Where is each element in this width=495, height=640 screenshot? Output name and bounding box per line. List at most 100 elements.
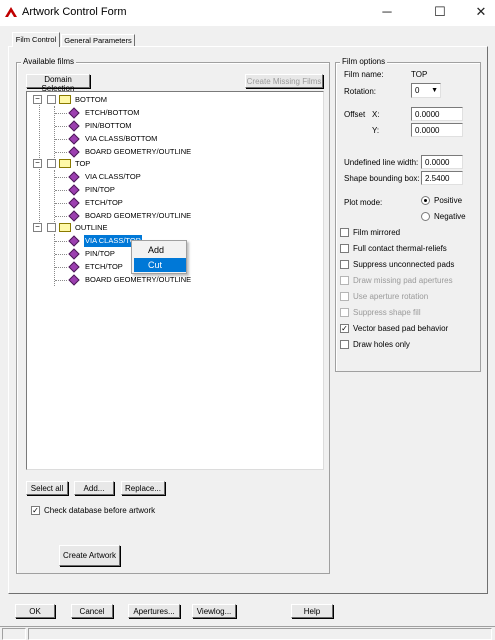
check-database-label: Check database before artwork — [44, 506, 156, 515]
film-checkbox[interactable] — [47, 95, 56, 104]
undefined-line-width-label: Undefined line width: — [344, 158, 419, 167]
film-mirrored-checkbox[interactable] — [340, 228, 349, 237]
use-aperture-rotation-label: Use aperture rotation — [353, 292, 429, 301]
collapse-icon[interactable]: − — [33, 223, 42, 232]
shape-bounding-box-input[interactable]: 2.5400 — [421, 171, 463, 185]
help-button[interactable]: Help — [291, 604, 333, 618]
tree-item-label: VIA CLASS/TOP — [85, 172, 141, 181]
vector-based-pad-behavior-label: Vector based pad behavior — [353, 324, 449, 333]
films-tree[interactable]: − BOTTOM ETCH/BOTTOM PIN/BOTTOM VIA CLAS… — [26, 91, 324, 470]
title-bar: Artwork Control Form ─ ☐ ✕ — [0, 0, 495, 26]
offset-y-input[interactable]: 0.0000 — [411, 123, 463, 137]
context-menu: Add Cut — [131, 240, 187, 274]
suppress-shape-fill-checkbox[interactable] — [340, 308, 349, 317]
plot-negative-radio[interactable] — [421, 212, 430, 221]
check-database-checkbox[interactable]: ✓ — [31, 506, 40, 515]
draw-missing-pad-apertures-checkbox[interactable] — [340, 276, 349, 285]
cancel-button[interactable]: Cancel — [71, 604, 113, 618]
status-pane — [28, 628, 492, 640]
tree-folder-label: OUTLINE — [75, 223, 108, 232]
layer-icon — [68, 120, 80, 132]
tab-film-control-label: Film Control — [15, 35, 57, 44]
apertures-button[interactable]: Apertures... — [128, 604, 180, 618]
offset-x-label: X: — [372, 110, 380, 119]
tab-film-control[interactable]: Film Control — [12, 32, 60, 47]
full-contact-thermal-reliefs-checkbox[interactable] — [340, 244, 349, 253]
draw-holes-only-checkbox[interactable] — [340, 340, 349, 349]
layer-icon — [68, 171, 80, 183]
layer-icon — [68, 248, 80, 260]
folder-icon — [59, 159, 71, 168]
window-title: Artwork Control Form — [22, 6, 127, 18]
layer-icon — [68, 261, 80, 273]
offset-label: Offset — [344, 110, 366, 119]
tree-item-label: ETCH/TOP — [85, 262, 123, 271]
offset-x-input[interactable]: 0.0000 — [411, 107, 463, 121]
create-missing-films-button[interactable]: Create Missing Films — [245, 74, 323, 88]
film-mirrored-label: Film mirrored — [353, 228, 401, 237]
replace-button[interactable]: Replace... — [121, 481, 165, 495]
tree-item-label: BOARD GEOMETRY/OUTLINE — [85, 211, 192, 220]
plot-positive-label: Positive — [434, 196, 463, 205]
offset-y-label: Y: — [372, 126, 380, 135]
layer-icon — [68, 197, 80, 209]
full-contact-thermal-reliefs-label: Full contact thermal-reliefs — [353, 244, 447, 253]
minimize-icon[interactable]: ─ — [372, 0, 402, 26]
plot-positive-radio[interactable] — [421, 196, 430, 205]
rotation-select[interactable]: 0 ▼ — [411, 83, 441, 98]
film-checkbox[interactable] — [47, 223, 56, 232]
ok-button[interactable]: OK — [15, 604, 55, 618]
shape-bounding-box-label: Shape bounding box: — [344, 174, 420, 183]
tree-item-label: VIA CLASS/BOTTOM — [85, 134, 158, 143]
folder-icon — [59, 95, 71, 104]
chevron-down-icon: ▼ — [431, 87, 438, 94]
film-checkbox[interactable] — [47, 159, 56, 168]
collapse-icon[interactable]: − — [33, 159, 42, 168]
layer-icon — [68, 274, 80, 286]
film-name-value: TOP — [411, 70, 428, 79]
plot-negative-label: Negative — [434, 212, 466, 221]
tree-folder-label: TOP — [75, 159, 91, 168]
tree-item-label: BOARD GEOMETRY/OUTLINE — [85, 275, 192, 284]
rotation-label: Rotation: — [344, 87, 377, 96]
select-all-button[interactable]: Select all — [26, 481, 68, 495]
plot-mode-label: Plot mode: — [344, 198, 383, 207]
rotation-value: 0 — [415, 86, 420, 95]
available-films-label: Available films — [21, 57, 76, 66]
suppress-unconnected-pads-label: Suppress unconnected pads — [353, 260, 455, 269]
draw-missing-pad-apertures-label: Draw missing pad apertures — [353, 276, 453, 285]
menu-item-cut[interactable]: Cut — [134, 258, 186, 272]
tree-item-label: PIN/TOP — [85, 185, 115, 194]
layer-icon — [68, 146, 80, 158]
domain-selection-button[interactable]: Domain Selection — [26, 74, 90, 93]
vector-based-pad-behavior-checkbox[interactable]: ✓ — [340, 324, 349, 333]
film-name-label: Film name: — [344, 70, 384, 79]
layer-icon — [68, 107, 80, 119]
maximize-icon[interactable]: ☐ — [425, 0, 455, 26]
tree-item-label: ETCH/TOP — [85, 198, 123, 207]
undefined-line-width-input[interactable]: 0.0000 — [421, 155, 463, 169]
suppress-unconnected-pads-checkbox[interactable] — [340, 260, 349, 269]
suppress-shape-fill-label: Suppress shape fill — [353, 308, 421, 317]
close-icon[interactable]: ✕ — [466, 0, 495, 26]
layer-icon — [68, 133, 80, 145]
use-aperture-rotation-checkbox[interactable] — [340, 292, 349, 301]
draw-holes-only-label: Draw holes only — [353, 340, 410, 349]
tree-item-label: PIN/BOTTOM — [85, 121, 132, 130]
create-artwork-button[interactable]: Create Artwork — [59, 545, 120, 566]
add-button[interactable]: Add... — [74, 481, 114, 495]
collapse-icon[interactable]: − — [33, 95, 42, 104]
status-bar — [0, 626, 495, 640]
menu-item-add[interactable]: Add — [134, 243, 186, 257]
layer-icon — [68, 184, 80, 196]
tab-general-parameters-label: General Parameters — [64, 36, 132, 45]
tree-item-label: BOARD GEOMETRY/OUTLINE — [85, 147, 192, 156]
viewlog-button[interactable]: Viewlog... — [192, 604, 236, 618]
film-options-label: Film options — [340, 57, 388, 66]
layer-icon — [68, 235, 80, 247]
app-icon — [5, 7, 17, 17]
open-folder-icon — [59, 223, 71, 232]
tree-item-label: PIN/TOP — [85, 249, 115, 258]
tree-item-label: ETCH/BOTTOM — [85, 108, 140, 117]
status-pane — [2, 628, 26, 640]
